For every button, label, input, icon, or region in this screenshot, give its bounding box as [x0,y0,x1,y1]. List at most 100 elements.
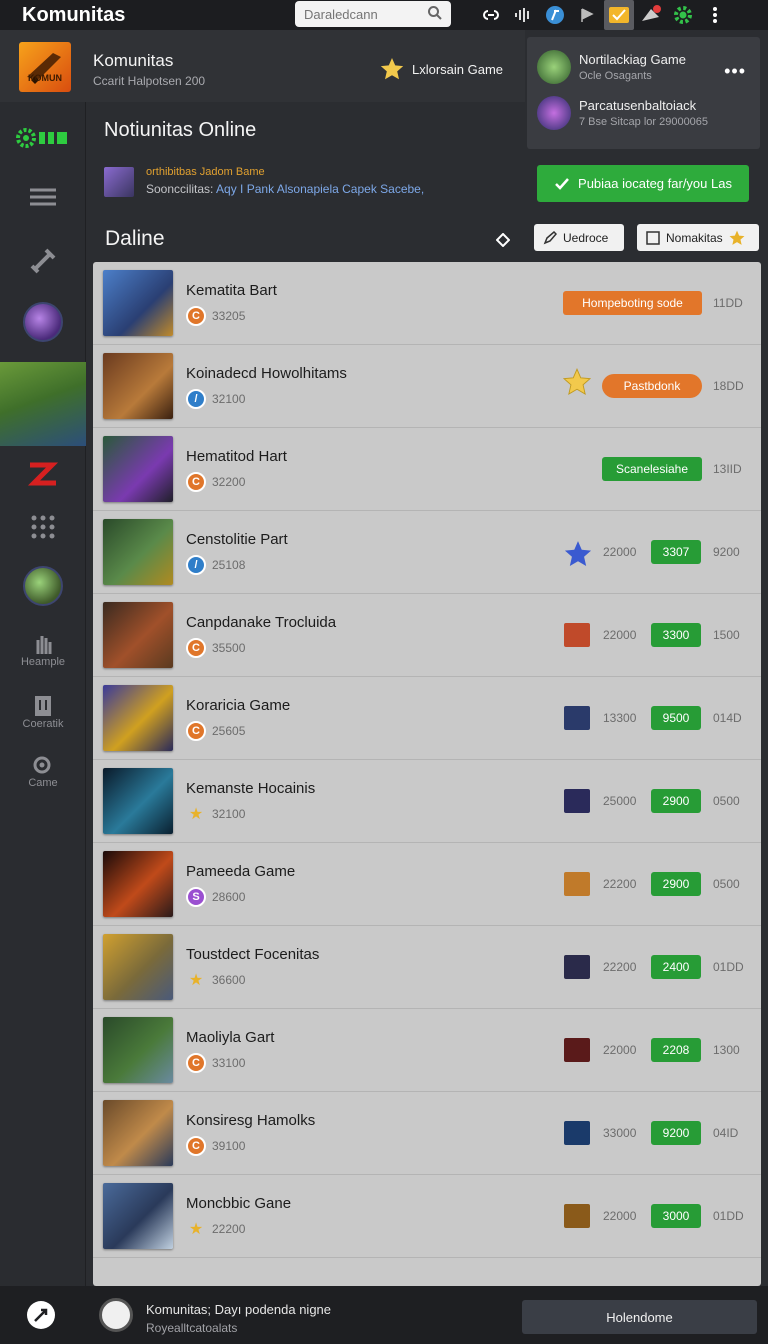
game-title[interactable]: Kemanste Hocainis [186,780,315,797]
status-badge[interactable]: 3000 [651,1204,701,1228]
game-title[interactable]: Maoliyla Gart [186,1029,274,1046]
rail-item-heample[interactable]: Heample [0,628,86,672]
list-item[interactable]: Censtolitie Part / 25108 22000 3307 9200 [93,511,761,594]
notification-item[interactable]: Nortilackiag Game Ocle Osagants [537,50,686,84]
community-logo[interactable]: KOMUN [19,42,71,92]
game-title[interactable]: Hematitod Hart [186,448,287,465]
status-badge[interactable]: 2400 [651,955,701,979]
list-item[interactable]: Koraricia Game C 25605 13300 9500 014D [93,677,761,760]
rail-avatar-1[interactable] [0,300,86,344]
sort-diamond-icon[interactable] [495,232,511,252]
game-thumbnail[interactable] [103,934,173,1000]
game-meta: C 35500 [186,638,245,658]
game-thumbnail[interactable] [103,353,173,419]
search-input[interactable] [304,6,424,22]
game-title[interactable]: Pameeda Game [186,863,295,880]
list-item[interactable]: Koinadecd Howolhitams / 32100 Pastbdonk 18DD [93,345,761,428]
featured-game-link[interactable]: Lxlorsain Game [380,57,503,81]
game-title[interactable]: Toustdect Focenitas [186,946,319,963]
pin-icon[interactable] [540,0,570,30]
coin-icon: / [186,389,206,409]
settings-gear-icon[interactable] [668,0,698,30]
promo-banner[interactable]: orthibitbas Jadom Bame Soonccilitas: Aqy… [104,166,424,197]
game-thumbnail[interactable] [103,436,173,502]
rail-item-coeratik[interactable]: Coeratik [0,690,86,734]
header-subtitle: Ccarit Halpotsen 200 [93,74,206,88]
game-count: 01DD [713,1209,744,1223]
promo-link[interactable]: Aqy I Pank Alsonapiela Capek Sacebe, [216,182,424,196]
status-badge[interactable]: 3300 [651,623,701,647]
game-stat: 22200 [603,877,637,891]
filter-chip-uedroce[interactable]: Uedroce [534,224,624,251]
status-badge[interactable]: 2900 [651,789,701,813]
primary-action-label: Pubiaa iocateg far/you Las [578,176,732,191]
list-item[interactable]: Pameeda Game S 28600 22200 2900 0500 [93,843,761,926]
game-thumbnail[interactable] [103,685,173,751]
game-thumbnail[interactable] [103,1183,173,1249]
filter-chip-nomakitas[interactable]: Nomakitas [637,224,759,251]
status-badge[interactable]: 3307 [651,540,701,564]
more-options-icon[interactable]: ••• [724,61,746,82]
rail-avatar-2[interactable] [0,564,86,608]
rail-brand[interactable] [0,122,86,154]
game-thumbnail[interactable] [103,270,173,336]
user-avatar[interactable] [99,1298,133,1332]
list-item[interactable]: Kematita Bart C 33205 Hompeboting sode 11DD [93,262,761,345]
search-icon[interactable] [427,5,443,26]
status-badge[interactable]: 2900 [651,872,701,896]
bottom-status-subtitle: Royealltcatoalats [146,1321,238,1335]
z-logo-icon[interactable] [0,458,86,492]
game-title[interactable]: Canpdanake Trocluida [186,614,336,631]
status-badge[interactable]: 9500 [651,706,701,730]
audio-wave-icon[interactable] [508,0,538,30]
menu-icon[interactable] [0,182,86,212]
status-badge[interactable]: Pastbdonk [602,374,702,398]
more-menu-icon[interactable] [700,0,730,30]
status-badge[interactable]: Hompeboting sode [563,291,702,315]
status-badge[interactable]: Scanelesiahe [602,457,702,481]
game-thumbnail[interactable] [103,1017,173,1083]
inbox-icon[interactable] [604,0,634,30]
notification-icon[interactable] [636,0,666,30]
game-title[interactable]: Censtolitie Part [186,531,288,548]
checkbox-icon[interactable] [646,230,660,245]
game-meta: ★ 32100 [186,804,246,824]
search-box[interactable] [295,1,451,27]
game-title[interactable]: Moncbbic Gane [186,1195,291,1212]
bottom-bar: Komunitas; Dayı podenda nigne Royealltca… [0,1286,768,1344]
game-title[interactable]: Koraricia Game [186,697,290,714]
bottom-action-button[interactable]: Holendome [522,1300,757,1334]
game-title[interactable]: Konsiresg Hamolks [186,1112,315,1129]
primary-action-button[interactable]: Pubiaa iocateg far/you Las [537,165,749,202]
tools-icon[interactable] [0,244,86,278]
list-item[interactable]: Maoliyla Gart C 33100 22000 2208 1300 [93,1009,761,1092]
game-thumbnail[interactable] [103,851,173,917]
status-badge[interactable]: 2208 [651,1038,701,1062]
list-item[interactable]: Toustdect Focenitas ★ 36600 22200 2400 01DD [93,926,761,1009]
flag-icon[interactable] [572,0,602,30]
star-icon[interactable] [562,367,592,401]
grid-icon[interactable] [0,512,86,542]
list-item[interactable]: Canpdanake Trocluida C 35500 22000 3300 1500 [93,594,761,677]
game-score: 39100 [212,1139,246,1153]
header-title: Komunitas [93,51,174,70]
page-title: Notiunitas Online [104,119,257,141]
notification-subtitle: 7 Bse Sitcap lor 29000065 [579,116,709,128]
game-thumbnail[interactable] [103,768,173,834]
coin-icon: C [186,638,206,658]
compass-icon[interactable] [27,1301,55,1329]
list-item[interactable]: Hematitod Hart C 32200 Scanelesiahe 13IID [93,428,761,511]
game-title[interactable]: Koinadecd Howolhitams [186,365,347,382]
rail-game-thumbnail[interactable] [0,362,86,446]
game-thumbnail[interactable] [103,519,173,585]
status-badge[interactable]: 9200 [651,1121,701,1145]
game-title[interactable]: Kematita Bart [186,282,277,299]
list-item[interactable]: Kemanste Hocainis ★ 32100 25000 2900 0500 [93,760,761,843]
notification-item[interactable]: Parcatusenbaltoiack 7 Bse Sitcap lor 290… [537,96,708,130]
game-thumbnail[interactable] [103,1100,173,1166]
list-item[interactable]: Moncbbic Gane ★ 22200 22000 3000 01DD [93,1175,761,1258]
link-icon[interactable] [476,0,506,30]
list-item[interactable]: Konsiresg Hamolks C 39100 33000 9200 04ID [93,1092,761,1175]
game-thumbnail[interactable] [103,602,173,668]
rail-item-came[interactable]: Came [0,750,86,794]
